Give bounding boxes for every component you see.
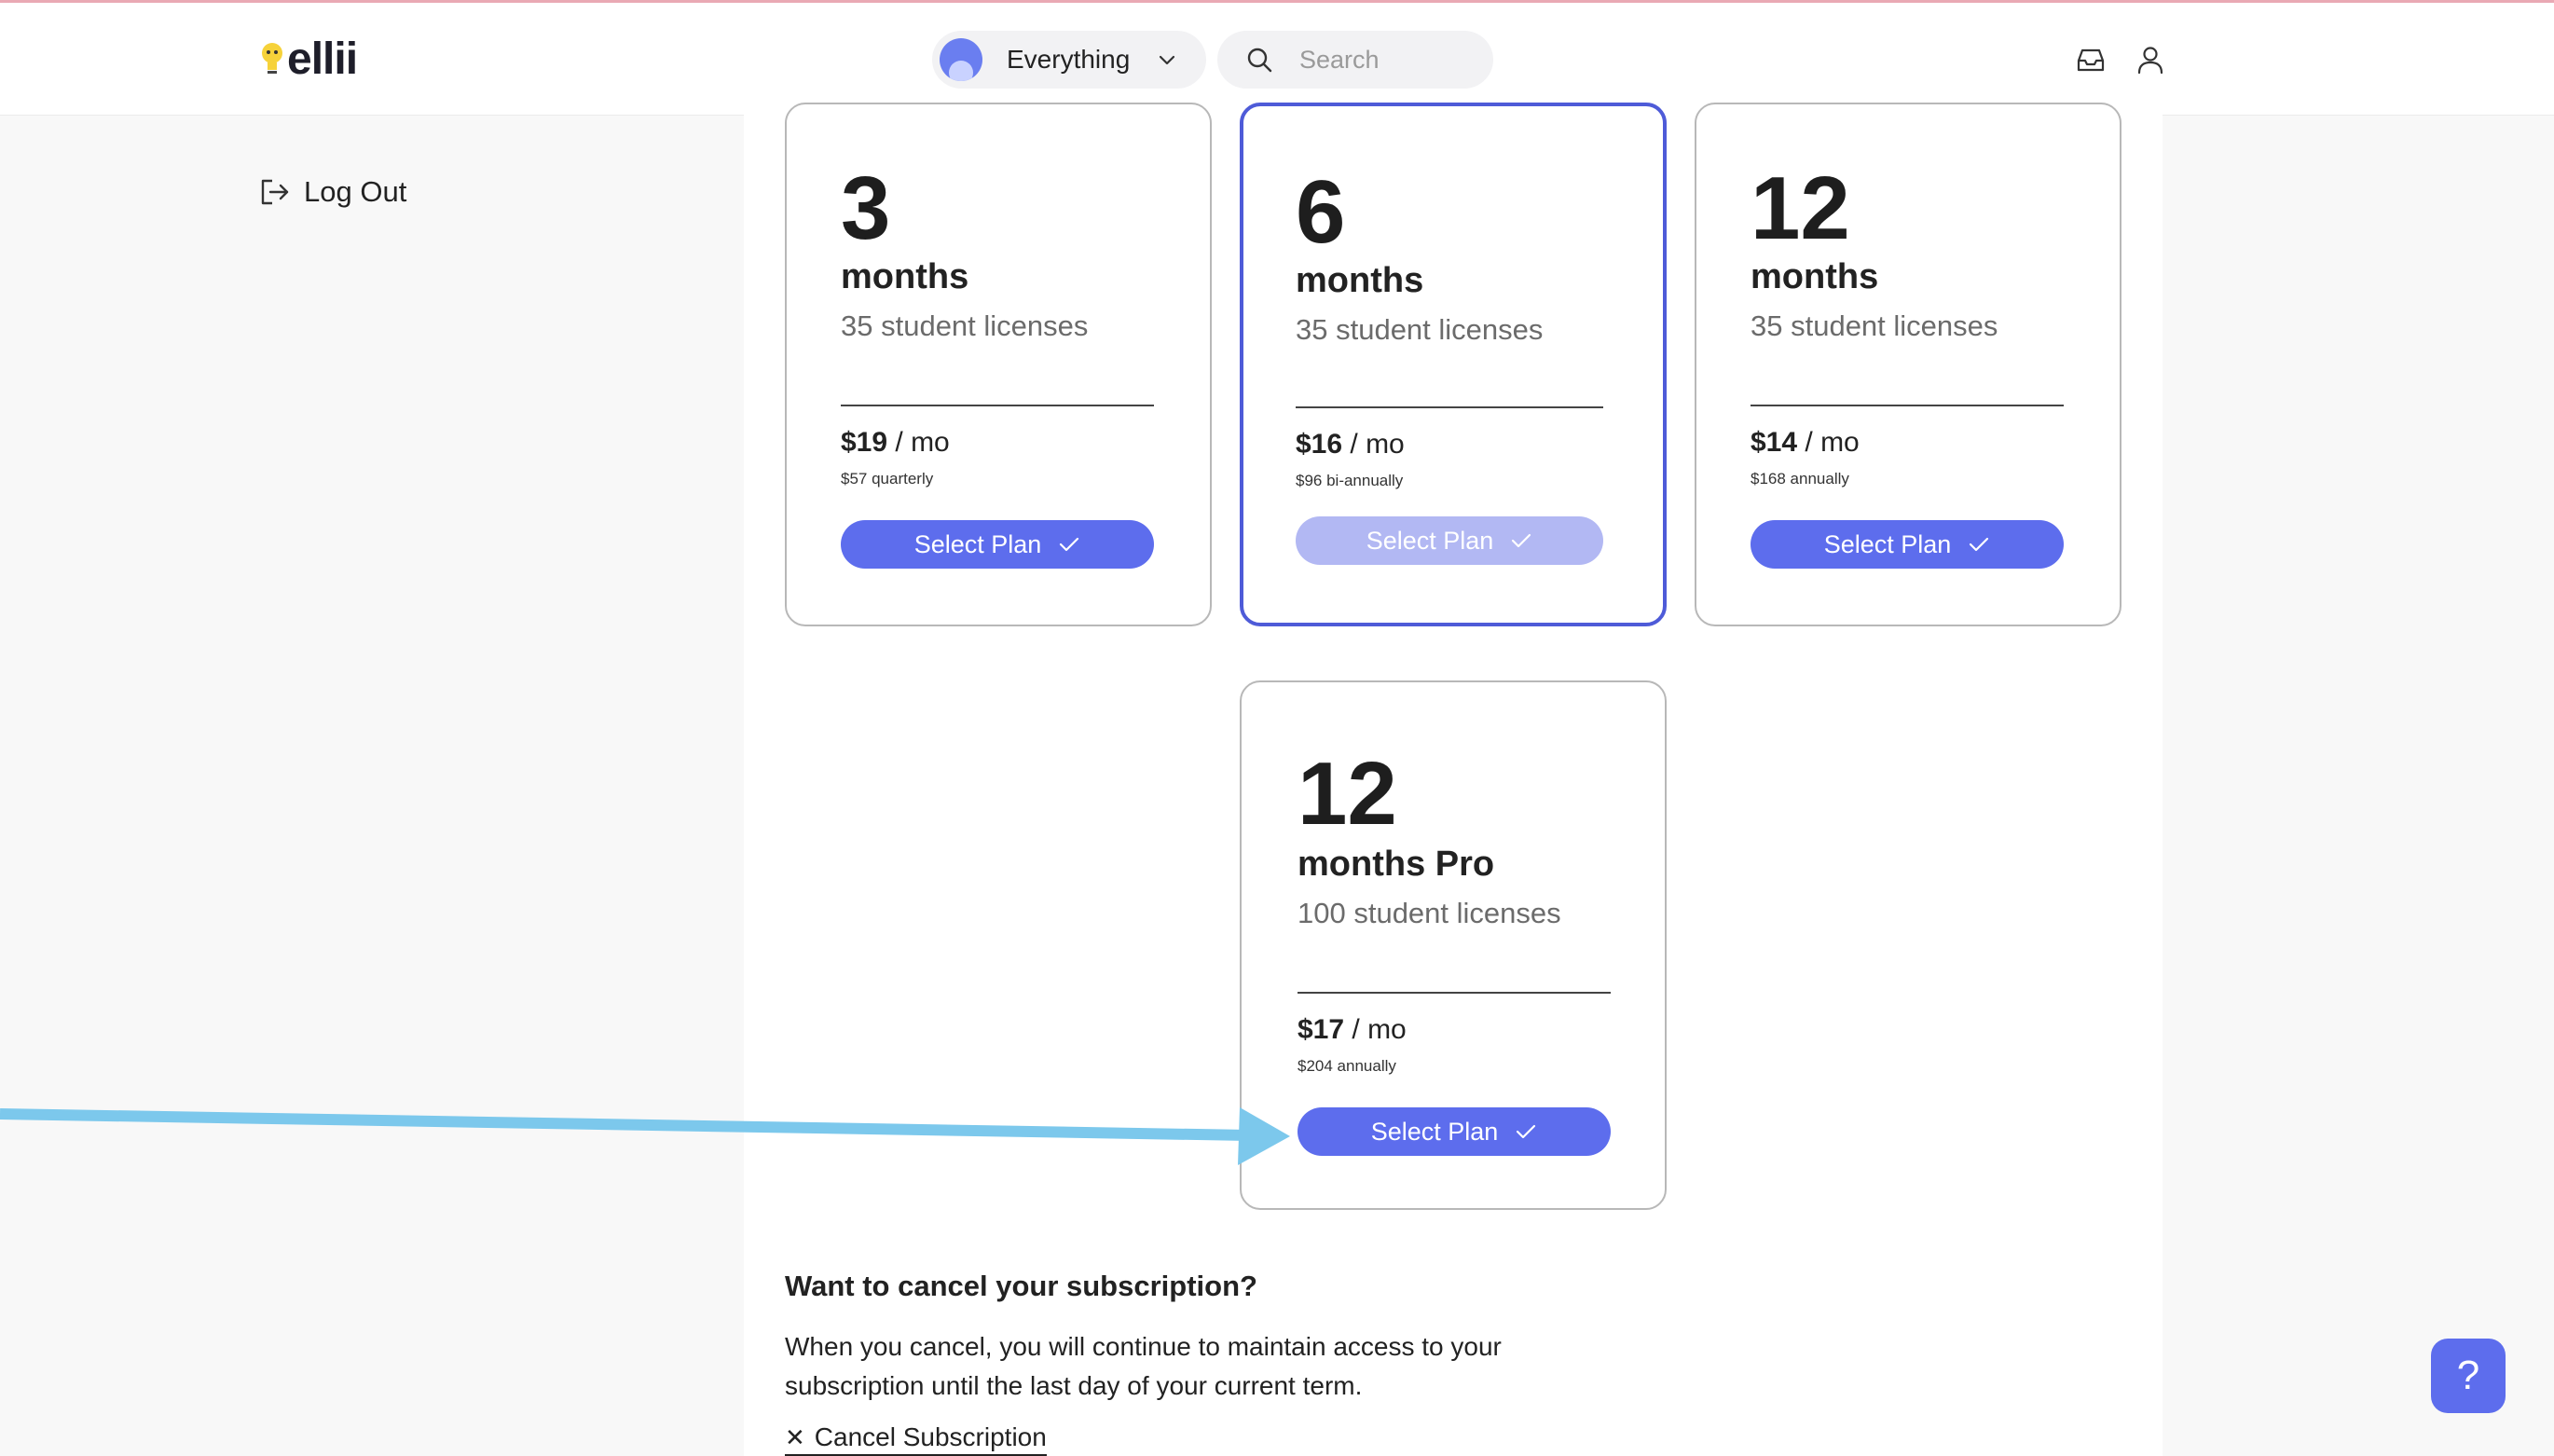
close-icon: ✕ (785, 1422, 805, 1451)
lightbulb-icon (262, 43, 282, 74)
plan-divider (1298, 992, 1611, 994)
plan-term: months (1751, 257, 1879, 296)
logout-icon (261, 179, 289, 205)
select-plan-button[interactable]: Select Plan (1298, 1107, 1611, 1156)
plan-divider (1751, 405, 2064, 406)
plan-price-unit: / mo (1797, 427, 1860, 458)
plan-duration-number: 6 (1296, 162, 1346, 262)
logout-link[interactable]: Log Out (259, 175, 406, 209)
plan-card-12-months-pro: 12 months Pro 100 student licenses $17 /… (1240, 680, 1667, 1210)
plan-price: $16 / mo (1296, 429, 1405, 460)
check-icon (1060, 537, 1079, 552)
select-plan-label: Select Plan (1370, 1117, 1499, 1146)
inbox-icon[interactable] (2075, 44, 2107, 76)
check-icon (1512, 533, 1531, 548)
plan-term: months (841, 257, 969, 296)
plan-term: months Pro (1298, 845, 1495, 884)
user-icon[interactable] (2135, 44, 2166, 76)
plan-price-amount: $14 (1751, 427, 1798, 458)
plan-licenses: 35 student licenses (1751, 309, 1998, 342)
select-plan-button[interactable]: Select Plan (1751, 520, 2064, 569)
plan-billing: $96 bi-annually (1296, 472, 1404, 489)
plan-card-3-months: 3 months 35 student licenses $19 / mo $5… (785, 103, 1212, 626)
annotation-arrow (0, 1107, 1290, 1165)
scope-label: Everything (1007, 45, 1131, 74)
plan-licenses: 35 student licenses (1296, 313, 1544, 346)
logout-label: Log Out (304, 175, 407, 208)
plan-price-unit: / mo (1342, 429, 1405, 460)
plan-price: $17 / mo (1298, 1014, 1407, 1046)
search-box[interactable] (1217, 31, 1493, 89)
select-plan-label: Select Plan (913, 529, 1042, 558)
search-input[interactable] (1298, 44, 1450, 76)
select-plan-label: Select Plan (1366, 526, 1494, 555)
plan-price-amount: $19 (841, 427, 888, 458)
scope-avatar-icon (940, 38, 982, 81)
plan-term: months (1296, 261, 1424, 300)
plan-duration-number: 12 (1298, 744, 1397, 844)
check-icon (1517, 1124, 1536, 1139)
ellii-logo[interactable]: ellii (259, 31, 358, 87)
plan-licenses: 35 student licenses (841, 309, 1089, 342)
help-question-icon: ? (2456, 1353, 2480, 1398)
plan-duration-number: 12 (1751, 158, 1850, 258)
logo-text: ellii (287, 34, 358, 84)
check-icon (1970, 537, 1989, 552)
plan-price-unit: / mo (887, 427, 950, 458)
cancel-description: When you cancel, you will continue to ma… (785, 1332, 1502, 1400)
search-icon (1247, 48, 1272, 73)
plan-price-unit: / mo (1344, 1014, 1407, 1045)
plan-divider (1296, 406, 1603, 408)
plan-divider (841, 405, 1154, 406)
plan-card-12-months: 12 months 35 student licenses $14 / mo $… (1695, 103, 2121, 626)
plan-billing: $204 annually (1298, 1057, 1396, 1075)
plan-price: $14 / mo (1751, 427, 1860, 459)
select-plan-button[interactable]: Select Plan (841, 520, 1154, 569)
plan-billing: $168 annually (1751, 470, 1849, 488)
plan-licenses: 100 student licenses (1298, 897, 1561, 929)
cancel-subscription-link[interactable]: ✕ Cancel Subscription (785, 1422, 1047, 1456)
help-button[interactable]: ? (2431, 1339, 2506, 1413)
select-plan-label: Select Plan (1823, 529, 1952, 558)
cancel-subscription-label: Cancel Subscription (814, 1422, 1047, 1451)
top-header: ellii Everything (0, 3, 2554, 115)
plan-price-amount: $17 (1298, 1014, 1345, 1045)
plan-price-amount: $16 (1296, 429, 1343, 460)
plan-billing: $57 quarterly (841, 470, 934, 488)
chevron-down-icon (1159, 55, 1175, 65)
plan-duration-number: 3 (841, 158, 891, 258)
select-plan-button-disabled[interactable]: Select Plan (1296, 516, 1603, 565)
cancel-heading: Want to cancel your subscription? (785, 1270, 1257, 1302)
plan-price: $19 / mo (841, 427, 950, 459)
scope-dropdown[interactable]: Everything (932, 31, 1206, 89)
plan-card-6-months-current: 6 months 35 student licenses $16 / mo $9… (1240, 103, 1667, 626)
